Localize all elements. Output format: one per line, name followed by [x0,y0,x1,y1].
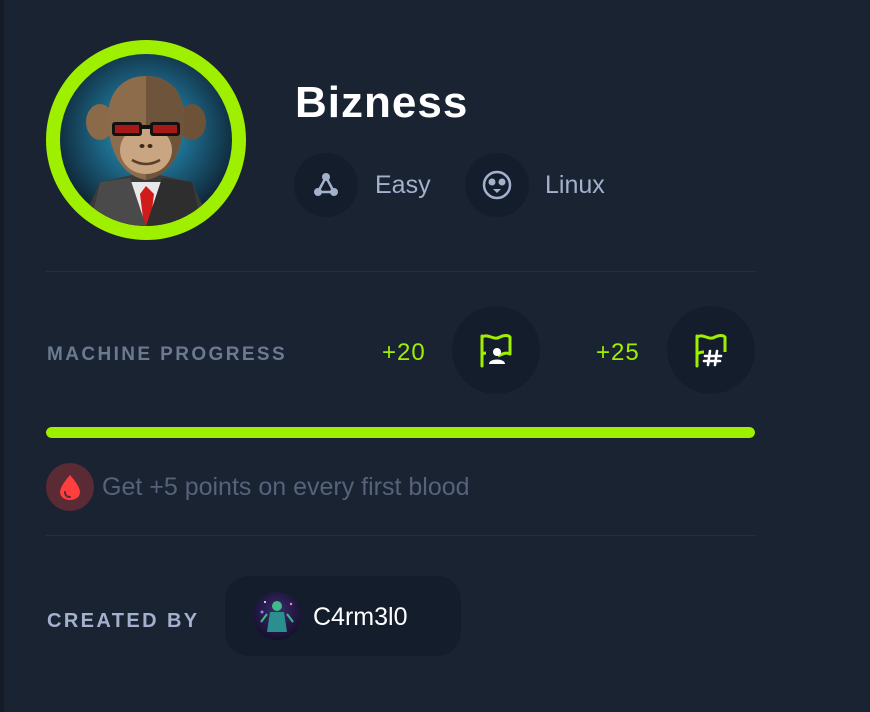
progress-bar-fill [46,427,755,438]
os-label: Linux [545,171,605,199]
machine-progress-label: MACHINE PROGRESS [47,344,288,365]
left-edge [0,0,4,712]
user-flag-icon [480,334,512,368]
creator-profile-link[interactable]: C4rm3l0 [225,576,461,656]
created-by-label: CREATED BY [47,610,200,632]
machine-name: Bizness [295,78,469,127]
blood-drop-icon [46,463,94,511]
difficulty-triangle-icon [294,153,358,217]
creator-name: C4rm3l0 [313,603,408,631]
root-flag-points: +25 [596,339,640,366]
root-flag-button[interactable] [667,306,755,394]
machine-avatar [46,40,246,240]
monkey-avatar-icon [80,76,212,226]
user-flag-button[interactable] [452,306,540,394]
difficulty-label: Easy [375,171,431,199]
first-blood-text: Get +5 points on every first blood [102,473,470,501]
divider [46,271,755,272]
linux-penguin-icon [465,153,529,217]
user-flag-points: +20 [382,339,426,366]
creator-avatar [253,592,301,640]
root-flag-icon [695,334,727,368]
progress-bar [46,427,755,438]
divider [46,535,755,536]
